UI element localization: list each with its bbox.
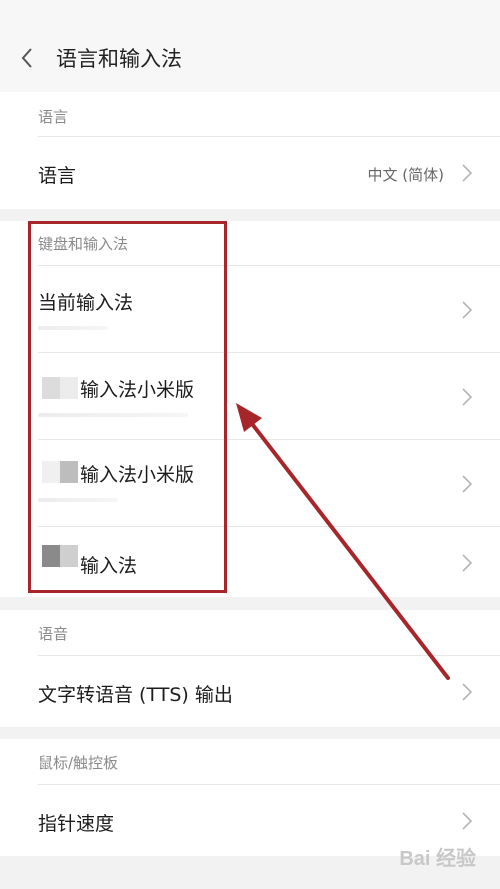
input-method-label: 输入法 bbox=[80, 555, 138, 577]
input-method-row-3[interactable]: 输入法 bbox=[0, 527, 500, 597]
keyboard-section: 键盘和输入法 当前输入法 输入法小米版 输入法小米版 输入法 bbox=[0, 221, 500, 597]
chevron-right-icon bbox=[462, 388, 473, 406]
current-input-method-label: 当前输入法 bbox=[38, 292, 134, 314]
blurred-subtext bbox=[38, 498, 118, 502]
chevron-right-icon bbox=[462, 301, 473, 319]
watermark: Bai 经验 bbox=[399, 848, 476, 870]
chevron-right-icon bbox=[462, 475, 473, 493]
input-method-logo-icon bbox=[42, 461, 78, 483]
chevron-right-icon bbox=[462, 683, 473, 701]
input-method-label: 输入法小米版 bbox=[80, 379, 195, 401]
pointer-speed-label: 指针速度 bbox=[38, 813, 115, 835]
input-method-row-1[interactable]: 输入法小米版 bbox=[0, 353, 500, 439]
chevron-right-icon bbox=[462, 812, 473, 830]
chevron-right-icon bbox=[462, 554, 473, 572]
input-method-logo-icon bbox=[42, 545, 78, 567]
chevron-right-icon bbox=[462, 164, 473, 182]
language-row[interactable]: 语言 中文 (简体) bbox=[0, 137, 500, 209]
language-section: 语言 语言 中文 (简体) bbox=[0, 92, 500, 209]
input-method-logo-icon bbox=[42, 377, 78, 399]
speech-section-label: 语音 bbox=[38, 625, 69, 643]
language-section-label: 语言 bbox=[38, 108, 69, 126]
tts-output-row[interactable]: 文字转语音 (TTS) 输出 bbox=[0, 656, 500, 727]
speech-section: 语音 文字转语音 (TTS) 输出 bbox=[0, 610, 500, 727]
back-arrow-icon[interactable] bbox=[16, 46, 40, 70]
blurred-subtext bbox=[38, 413, 188, 417]
mouse-section: 鼠标/触控板 指针速度 bbox=[0, 739, 500, 856]
mouse-section-label: 鼠标/触控板 bbox=[38, 754, 119, 772]
title-bar: 语言和输入法 bbox=[0, 0, 500, 92]
blurred-subtext bbox=[38, 326, 108, 330]
tts-output-label: 文字转语音 (TTS) 输出 bbox=[38, 684, 233, 706]
language-current-value: 中文 (简体) bbox=[367, 166, 444, 184]
input-method-label: 输入法小米版 bbox=[80, 464, 195, 486]
keyboard-section-label: 键盘和输入法 bbox=[38, 235, 129, 253]
current-input-method-row[interactable]: 当前输入法 bbox=[0, 266, 500, 352]
page-title: 语言和输入法 bbox=[56, 47, 182, 71]
language-row-label: 语言 bbox=[38, 165, 77, 187]
input-method-row-2[interactable]: 输入法小米版 bbox=[0, 440, 500, 526]
